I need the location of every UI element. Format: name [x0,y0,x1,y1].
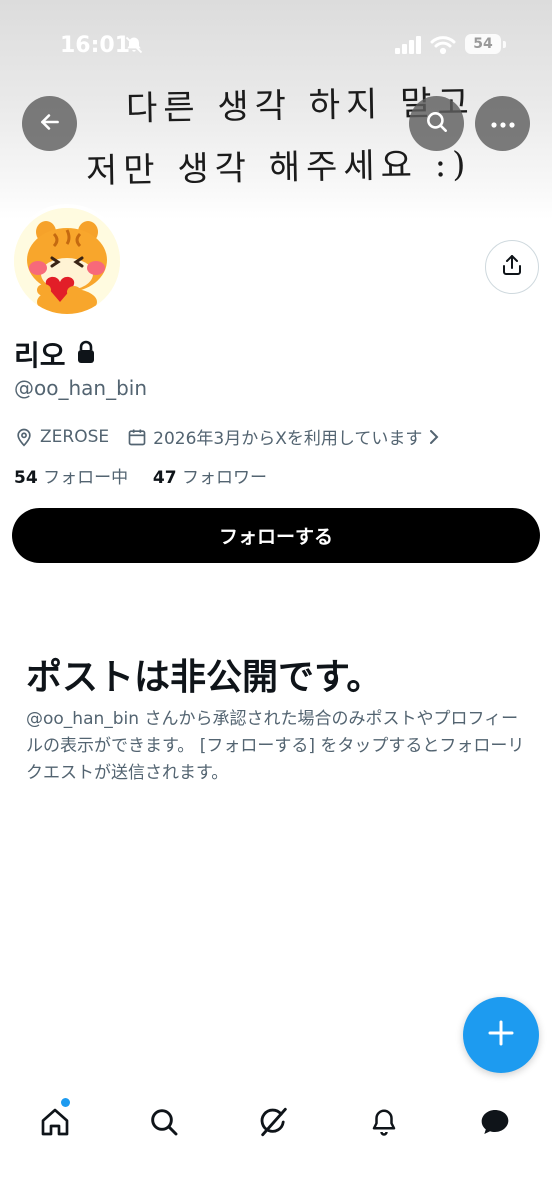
followers-count: 47 [152,468,177,488]
display-name: 리오 [14,339,66,372]
nav-notifications[interactable] [362,1102,406,1146]
follow-button[interactable]: フォローする [12,508,540,563]
user-handle: @oo_han_bin [14,376,148,400]
back-button[interactable] [22,96,77,151]
joined-date[interactable]: 2026年3月からXを利用しています [153,424,422,449]
private-notice-description: @oo_han_bin さんから承認された場合のみポストやプロフィールの表示がで… [26,709,525,783]
bell-muted-icon [124,35,144,59]
location-pin-icon [14,427,34,447]
home-icon [39,1106,71,1142]
bell-icon [369,1106,399,1142]
follow-stats: 54 フォロー中 47 フォロワー [14,463,267,488]
message-icon [479,1106,511,1142]
home-notification-dot [61,1098,70,1107]
search-button[interactable] [409,96,464,151]
more-options-button[interactable] [475,96,530,151]
search-icon [424,109,450,139]
cellular-signal-icon [395,36,423,58]
nav-home[interactable] [33,1102,77,1146]
followers-label: フォロワー [181,468,267,488]
compose-button[interactable] [463,997,539,1073]
nav-search[interactable] [142,1102,186,1146]
share-button[interactable] [485,240,539,294]
share-icon [500,253,524,281]
followers-link[interactable]: 47 フォロワー [153,468,267,488]
avatar[interactable] [10,204,124,318]
following-label: フォロー中 [43,468,129,488]
private-notice-title: ポストは非公開です。 [26,657,383,698]
battery-tip [503,41,506,48]
banner-text-line-2: 저만 생각 해주세요 :) [85,144,472,192]
nav-messages[interactable] [473,1102,517,1146]
nav-grok[interactable] [252,1102,296,1146]
following-count: 54 [14,468,38,488]
following-link[interactable]: 54 フォロー中 [14,468,128,488]
calendar-icon [127,427,147,447]
grok-icon [257,1105,291,1143]
wifi-icon [430,35,456,59]
status-bar: 16:01 54 [0,0,552,90]
battery-indicator: 54 [465,34,501,54]
bottom-nav [0,1088,552,1200]
chevron-right-icon[interactable] [428,429,440,445]
search-icon [148,1106,180,1142]
more-horizontal-icon [490,114,516,133]
tiger-avatar-illustration [14,208,120,314]
status-time: 16:01 [60,33,131,58]
location-text: ZEROSE [40,426,110,447]
profile-meta: ZEROSE 2026年3月からXを利用しています [14,424,440,449]
lock-icon [76,340,96,368]
arrow-left-icon [37,109,63,139]
plus-icon [487,1019,515,1051]
